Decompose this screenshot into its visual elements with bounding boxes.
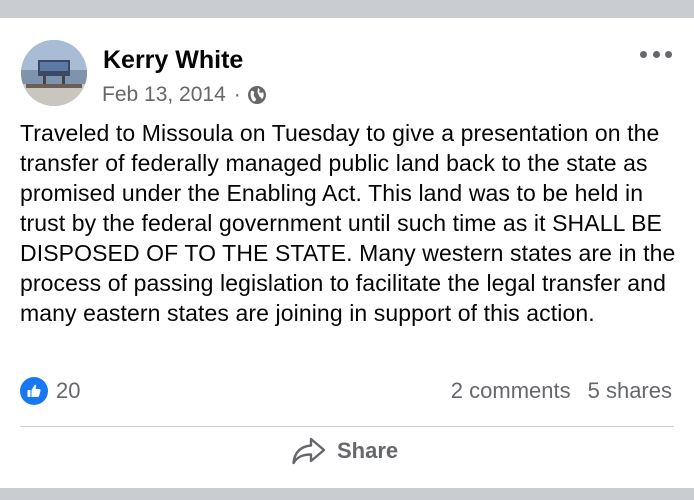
more-options-icon[interactable]	[640, 46, 672, 62]
engagement-stats: 2 comments 5 shares	[451, 377, 672, 405]
globe-icon[interactable]	[247, 85, 267, 105]
reaction-count: 20	[56, 378, 81, 403]
more-dot	[640, 50, 647, 58]
share-button[interactable]: Share	[291, 436, 398, 466]
share-icon	[292, 437, 326, 465]
avatar[interactable]	[21, 40, 87, 106]
page: Kerry White Feb 13, 2014 · Traveled to M…	[0, 0, 694, 500]
reaction-summary[interactable]: 20	[20, 377, 80, 405]
shares-count[interactable]: 5 shares	[588, 377, 672, 405]
post-card: Kerry White Feb 13, 2014 · Traveled to M…	[0, 18, 694, 488]
share-label: Share	[337, 438, 399, 463]
meta-separator: ·	[233, 83, 241, 106]
comments-count[interactable]: 2 comments	[451, 377, 571, 405]
post-body: Traveled to Missoula on Tuesday to give …	[20, 120, 676, 326]
more-dot	[665, 50, 672, 58]
like-icon	[20, 377, 48, 405]
avatar-image	[21, 40, 87, 106]
post-meta: Feb 13, 2014 ·	[102, 82, 267, 108]
author-name[interactable]: Kerry White	[103, 45, 243, 75]
more-dot	[652, 50, 660, 58]
divider	[20, 426, 674, 427]
post-date[interactable]: Feb 13, 2014	[102, 82, 226, 108]
